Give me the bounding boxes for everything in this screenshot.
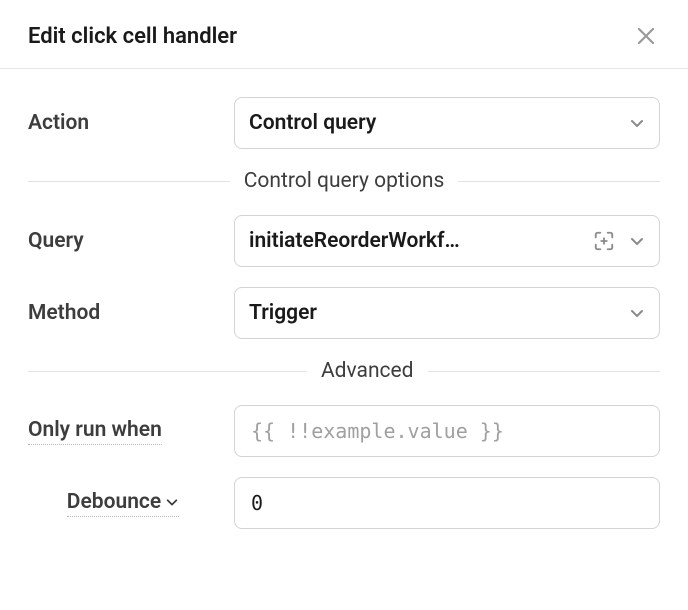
close-button[interactable] [632, 22, 660, 50]
section-advanced-label: Advanced [321, 359, 414, 383]
debounce-input[interactable] [249, 490, 645, 516]
chevron-down-icon [629, 305, 645, 321]
query-row: Query initiateReorderWorkf… [28, 215, 660, 267]
query-select-value: initiateReorderWorkf… [249, 229, 585, 253]
chevron-down-icon [629, 233, 645, 249]
chevron-down-icon [629, 115, 645, 131]
only-run-when-label: Only run when [28, 418, 218, 445]
debounce-input-wrapper[interactable] [234, 477, 660, 529]
only-run-when-input[interactable] [249, 418, 645, 444]
edit-handler-panel: Edit click cell handler Action Control q… [0, 0, 688, 610]
action-select-value: Control query [249, 111, 621, 135]
debounce-row: Debounce [28, 477, 660, 529]
method-select[interactable]: Trigger [234, 287, 660, 339]
panel-header: Edit click cell handler [0, 0, 688, 69]
close-icon [636, 26, 656, 46]
debounce-label-dropdown[interactable]: Debounce [67, 490, 179, 517]
query-select[interactable]: initiateReorderWorkf… [234, 215, 660, 267]
scan-icon [593, 230, 615, 252]
only-run-when-input-wrapper[interactable] [234, 405, 660, 457]
method-select-value: Trigger [249, 301, 621, 325]
method-row: Method Trigger [28, 287, 660, 339]
only-run-when-row: Only run when [28, 405, 660, 457]
query-label: Query [28, 229, 218, 253]
method-label: Method [28, 301, 218, 325]
section-control-query-options: Control query options [28, 169, 660, 193]
debounce-label-text: Debounce [67, 490, 161, 514]
action-row: Action Control query [28, 97, 660, 149]
section-advanced: Advanced [28, 359, 660, 383]
action-select[interactable]: Control query [234, 97, 660, 149]
section-control-label: Control query options [244, 169, 445, 193]
action-label: Action [28, 111, 218, 135]
panel-title: Edit click cell handler [28, 24, 237, 49]
chevron-down-icon [165, 495, 179, 509]
panel-body: Action Control query Control query optio… [0, 69, 688, 529]
